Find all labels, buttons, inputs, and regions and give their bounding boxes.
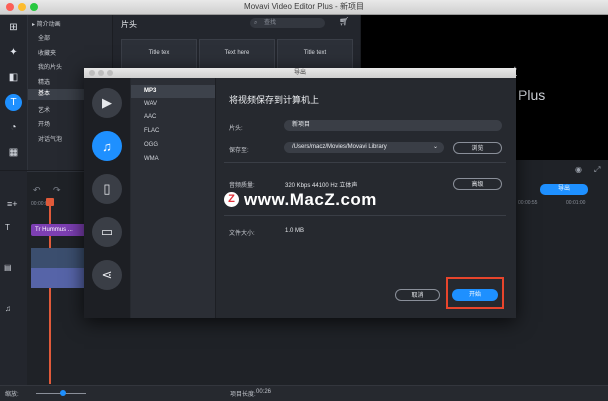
filters-icon[interactable]: ◧ [5, 69, 22, 86]
export-dialog-title: 导出 [293, 70, 306, 76]
name-label: 片头: [229, 126, 243, 132]
title-clip[interactable]: Tr Hummus ... [31, 224, 87, 236]
device-icon[interactable]: ▯ [92, 174, 122, 204]
undo-icon[interactable]: ↶ [33, 185, 41, 196]
format-item-wma[interactable]: WMA [131, 153, 215, 166]
format-item-flac[interactable]: FLAC [131, 125, 215, 138]
export-button[interactable]: 导出 [540, 184, 588, 195]
playhead-handle[interactable] [46, 198, 54, 206]
watermark-text: www.MacZ.com [244, 190, 377, 209]
format-list: MP3 WAV AAC FLAC OGG WMA [131, 78, 216, 318]
title-track-icon: T [5, 223, 10, 232]
format-item-wav[interactable]: WAV [131, 98, 215, 111]
store-cart-icon[interactable]: 🛒︎ [339, 17, 349, 26]
category-item-speech-bubbles[interactable]: 对话气泡 [38, 134, 62, 143]
window-title: Movavi Video Editor Plus - 新项目 [244, 2, 364, 11]
category-item-featured[interactable]: 精选 [38, 77, 50, 86]
save-path-value: /Users/macz/Movies/Movavi Library [292, 144, 387, 150]
category-item-all[interactable]: 全部 [38, 33, 50, 42]
search-icon: ⌕ [254, 20, 258, 26]
gallery-header: 片头 [121, 20, 137, 29]
timeline-time-right1: 00:00:55 [518, 200, 538, 206]
timeline-track-icons: ≡+ T ▤ ♫ [0, 171, 27, 385]
project-length-label: 项目长度: [230, 392, 256, 398]
audio-file-icon[interactable]: ♫ [92, 131, 122, 161]
divider [224, 215, 506, 216]
browse-button[interactable]: 浏览 [453, 142, 502, 154]
project-length-value: 00:26 [256, 389, 272, 395]
advanced-button[interactable]: 高级 [453, 178, 502, 190]
import-icon[interactable]: ⊞ [5, 19, 22, 36]
zoom-slider-handle[interactable] [60, 390, 66, 396]
category-item-art[interactable]: 艺术 [38, 105, 50, 114]
audio-quality-label: 音频质量: [229, 183, 255, 189]
zoom-label: 缩放: [5, 392, 19, 398]
audio-waveform[interactable] [31, 268, 84, 288]
start-button[interactable]: 开始 [452, 289, 498, 301]
tv-icon[interactable]: ▭ [92, 217, 122, 247]
video-clip[interactable] [31, 248, 84, 268]
preview-text-2: Plus [518, 87, 546, 103]
window-title-bar: Movavi Video Editor Plus - 新项目 [0, 0, 608, 15]
fullscreen-icon[interactable]: ⤢ [594, 165, 600, 175]
magic-wand-icon[interactable]: ✦ [5, 44, 22, 61]
category-item-my-titles[interactable]: 我的片头 [38, 62, 62, 71]
category-item-opening[interactable]: 开场 [38, 119, 50, 128]
chevron-down-icon: ⌄ [432, 144, 438, 150]
timeline-time-right2: 00:01:00 [566, 200, 586, 206]
redo-icon[interactable]: ↷ [53, 185, 61, 196]
transitions-icon[interactable]: ◔ [5, 119, 22, 136]
category-group-header[interactable]: ▸ 简介动画 [32, 19, 61, 28]
format-item-mp3[interactable]: MP3 [131, 85, 215, 98]
search-placeholder: 查找 [264, 20, 277, 26]
name-field[interactable]: 新项目 [284, 120, 502, 131]
music-track-icon: ♫ [5, 304, 11, 313]
category-item-favorites[interactable]: 收藏夹 [38, 48, 56, 57]
divider [224, 162, 506, 163]
save-to-label: 保存至: [229, 148, 249, 154]
snapshot-icon[interactable]: ◉ [575, 165, 582, 174]
watermark-logo: Z [224, 192, 239, 207]
more-tools-icon[interactable]: ▦ [5, 144, 22, 161]
tool-sidebar: ⊞ ✦ ◧ T ◔ ▦ [0, 15, 28, 170]
file-size-value: 1.0 MB [285, 228, 305, 234]
format-item-aac[interactable]: AAC [131, 111, 215, 124]
save-path-select[interactable]: /Users/macz/Movies/Movavi Library ⌄ [284, 142, 444, 153]
export-type-sidebar: ▶ ♫ ▯ ▭ ⋖ [84, 78, 130, 318]
share-icon[interactable]: ⋖ [92, 260, 122, 290]
audio-quality-value: 320 Kbps 44100 Hz 立体声 [285, 183, 358, 189]
status-bar: 缩放: 项目长度: 00:26 [0, 385, 608, 401]
format-item-ogg[interactable]: OGG [131, 139, 215, 152]
titles-icon[interactable]: T [5, 94, 22, 111]
cancel-button[interactable]: 取消 [395, 289, 440, 301]
dialog-heading: 将视频保存到计算机上 [229, 95, 320, 105]
search-input[interactable]: ⌕ 查找 [250, 18, 325, 28]
file-size-label: 文件大小: [229, 231, 255, 237]
add-track-icon[interactable]: ≡+ [7, 199, 18, 209]
video-file-icon[interactable]: ▶ [92, 88, 122, 118]
video-track-icon: ▤ [4, 263, 12, 272]
export-dialog-title-bar: 导出 [84, 68, 516, 78]
